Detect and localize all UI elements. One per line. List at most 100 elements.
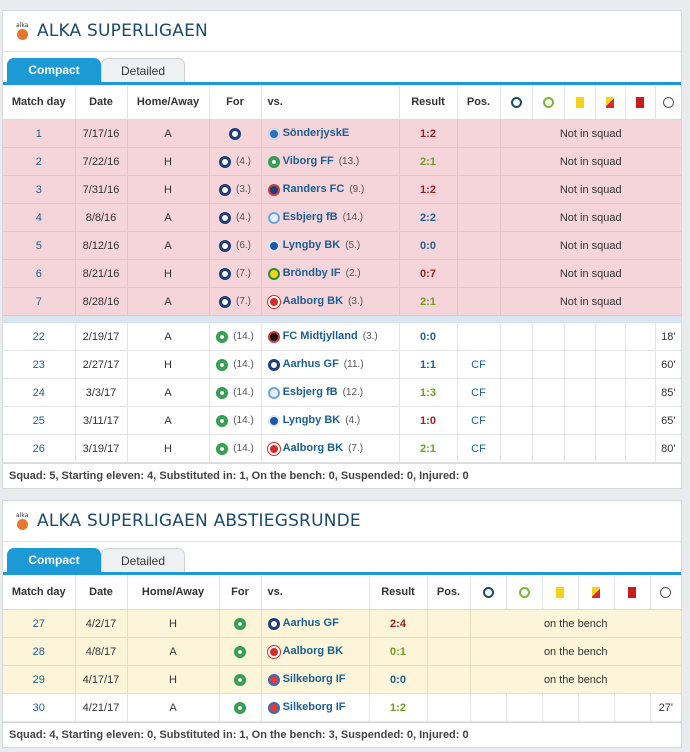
opponent-crest-icon[interactable] [267,155,280,168]
opponent-crest-icon[interactable] [267,295,280,308]
result-link[interactable]: 0:0 [399,323,458,351]
opponent-link[interactable]: Aarhus GF [283,617,339,629]
opponent-crest-icon[interactable] [267,442,280,455]
result-link[interactable]: 2:1 [399,434,458,463]
team-crest-icon[interactable] [219,155,231,168]
result-link[interactable]: 0:7 [399,259,458,288]
matchday-cell[interactable]: 27 [3,609,76,638]
opponent-crest-icon[interactable] [267,645,280,658]
col-pos[interactable]: Pos. [427,575,471,610]
opponent-cell: SönderjyskE [261,119,400,148]
team-crest-icon[interactable] [219,239,231,252]
result-link[interactable]: 1:2 [399,119,458,148]
opponent-link[interactable]: Aalborg BK [283,295,344,307]
opponent-crest-icon[interactable] [267,183,280,196]
col-pos[interactable]: Pos. [457,85,501,120]
result-link[interactable]: 2:1 [399,147,458,176]
opponent-link[interactable]: FC Midtjylland [283,330,358,342]
col-vs[interactable]: vs. [261,85,400,120]
opponent-crest-icon[interactable] [267,330,280,343]
result-link[interactable]: 0:0 [399,231,458,260]
col-date[interactable]: Date [75,575,128,610]
opponent-link[interactable]: Viborg FF [283,155,334,167]
matchday-cell[interactable]: 30 [3,693,76,722]
matchday-cell[interactable]: 26 [3,434,76,463]
team-crest-icon[interactable] [219,267,231,280]
opponent-link[interactable]: Randers FC [283,183,345,195]
result-link[interactable]: 1:3 [399,378,458,407]
team-crest-icon[interactable] [234,673,246,686]
matchday-cell[interactable]: 1 [3,119,76,148]
team-crest-icon[interactable] [216,414,229,427]
team-crest-icon[interactable] [219,211,231,224]
opponent-link[interactable]: Aarhus GF [283,358,339,370]
team-crest-icon[interactable] [219,183,231,196]
matchday-cell[interactable]: 22 [3,323,76,351]
col-result[interactable]: Result [399,85,458,120]
matchday-cell[interactable]: 29 [3,665,76,694]
tab-detailed[interactable]: Detailed [101,58,185,82]
team-crest-icon[interactable] [216,386,229,399]
opponent-link[interactable]: Bröndby IF [283,267,341,279]
col-matchday[interactable]: Match day [3,575,76,610]
opponent-link[interactable]: Lyngby BK [283,239,341,251]
opponent-link[interactable]: Esbjerg fB [283,386,338,398]
opponent-crest-icon[interactable] [267,127,280,140]
opponent-crest-icon[interactable] [267,211,280,224]
opponent-link[interactable]: Aalborg BK [283,442,344,454]
col-for[interactable]: For [209,85,262,120]
matchday-cell[interactable]: 5 [3,231,76,260]
result-link[interactable]: 2:1 [399,287,458,316]
opponent-link[interactable]: Esbjerg fB [283,211,338,223]
col-homeaway[interactable]: Home/Away [127,85,210,120]
team-crest-icon[interactable] [234,645,246,658]
team-crest-icon[interactable] [234,701,246,714]
result-link[interactable]: 2:2 [399,203,458,232]
opponent-crest-icon[interactable] [267,617,280,630]
result-link[interactable]: 1:2 [399,175,458,204]
result-link[interactable]: 1:0 [399,406,458,435]
opponent-crest-icon[interactable] [267,386,280,399]
tab-detailed[interactable]: Detailed [101,548,185,572]
tab-compact[interactable]: Compact [7,548,101,572]
team-crest-icon[interactable] [229,127,241,140]
matchday-cell[interactable]: 28 [3,637,76,666]
opponent-crest-icon[interactable] [267,239,280,252]
opponent-link[interactable]: Silkeborg IF [283,701,346,713]
col-vs[interactable]: vs. [261,575,370,610]
team-crest-icon[interactable] [234,617,246,630]
col-result[interactable]: Result [369,575,428,610]
opponent-rank: (3.) [348,296,364,308]
matchday-cell[interactable]: 23 [3,350,76,379]
opponent-crest-icon[interactable] [267,267,280,280]
matchday-cell[interactable]: 7 [3,287,76,316]
team-crest-icon[interactable] [216,358,229,371]
team-crest-icon[interactable] [216,330,229,343]
matchday-cell[interactable]: 24 [3,378,76,407]
opponent-crest-icon[interactable] [267,414,280,427]
col-date[interactable]: Date [75,85,128,120]
result-link[interactable]: 1:2 [369,693,428,722]
opponent-link[interactable]: Lyngby BK [283,414,341,426]
result-link[interactable]: 2:4 [369,609,428,638]
opponent-crest-icon[interactable] [267,358,280,371]
matchday-cell[interactable]: 25 [3,406,76,435]
opponent-crest-icon[interactable] [267,701,280,714]
team-crest-icon[interactable] [216,442,229,455]
opponent-link[interactable]: SönderjyskE [283,127,350,139]
tab-compact[interactable]: Compact [7,58,101,82]
result-link[interactable]: 0:1 [369,637,428,666]
opponent-crest-icon[interactable] [267,673,280,686]
matchday-cell[interactable]: 3 [3,175,76,204]
col-for[interactable]: For [219,575,262,610]
matchday-cell[interactable]: 6 [3,259,76,288]
col-matchday[interactable]: Match day [3,85,76,120]
col-homeaway[interactable]: Home/Away [127,575,220,610]
opponent-link[interactable]: Silkeborg IF [283,673,346,685]
matchday-cell[interactable]: 2 [3,147,76,176]
team-crest-icon[interactable] [219,295,231,308]
result-link[interactable]: 1:1 [399,350,458,379]
result-link[interactable]: 0:0 [369,665,428,694]
opponent-link[interactable]: Aalborg BK [283,645,344,657]
matchday-cell[interactable]: 4 [3,203,76,232]
